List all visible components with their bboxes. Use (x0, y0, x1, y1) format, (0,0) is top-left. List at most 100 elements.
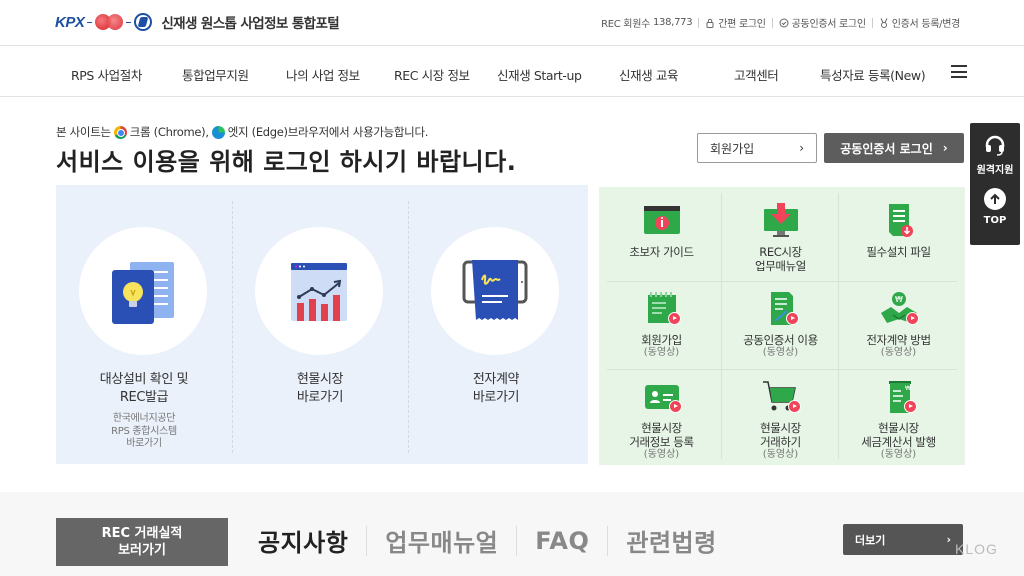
trading-label-line2: 거래하기 (760, 435, 801, 449)
remote-support-button[interactable]: 원격지원 (976, 133, 1014, 176)
hamburger-menu-icon[interactable] (951, 65, 967, 78)
browser-notice-prefix: 본 사이트는 (56, 125, 111, 139)
video-tag: (동영상) (880, 347, 917, 358)
cert-usage-video-cell[interactable]: 공동인증서 이용 (동영상) (723, 277, 838, 365)
cert-usage-video-label: 공동인증서 이용 (743, 333, 818, 347)
play-video-icon (668, 400, 682, 413)
required-files-cell[interactable]: 필수설치 파일 (841, 189, 956, 277)
e-contract-circle (431, 227, 559, 355)
divider (871, 17, 873, 28)
portal-title: 신재생 원스톱 사업정보 통합포털 (161, 16, 340, 32)
monitor-download-icon (761, 203, 801, 239)
headset-icon (985, 135, 1005, 156)
tax-invoice-label-line2: 세금계산서 발행 (861, 435, 936, 449)
beginner-guide-cell[interactable]: 초보자 가이드 (604, 189, 719, 277)
rec-manual-label-line1: REC시장 (759, 245, 802, 259)
nav-rec-market[interactable]: REC 시장 정보 (394, 65, 470, 84)
edge-icon (211, 125, 225, 139)
cert-login-button-label: 공동인증서 로그인 (840, 141, 933, 156)
browser-info-icon (642, 203, 682, 239)
tab-faq[interactable]: FAQ (535, 527, 589, 555)
nav-education[interactable]: 신재생 교육 (619, 65, 678, 84)
spot-market-title-line1: 현물시장 (296, 372, 344, 387)
signup-video-cell[interactable]: 회원가입 (동영상) (604, 277, 719, 365)
nav-rps-process[interactable]: RPS 사업절차 (71, 65, 142, 84)
simple-login-label: 간편 로그인 (718, 19, 766, 30)
rec-issuance-title-line2: REC발급 (119, 390, 169, 405)
nav-customer-center[interactable]: 고객센터 (734, 65, 779, 84)
rec-issuance-sub-line3: 바로가기 (126, 438, 162, 449)
tax-invoice-video-cell[interactable]: ₩ 현물시장 세금계산서 발행 (동영상) (841, 365, 956, 460)
arrow-up-icon (984, 188, 1006, 210)
spot-market-card[interactable]: 현물시장 바로가기 (232, 185, 408, 464)
trade-info-video-cell[interactable]: 현물시장 거래정보 등록 (동영상) (604, 365, 719, 460)
join-button[interactable]: 회원가입 › (697, 133, 817, 163)
more-button[interactable]: 더보기 › (843, 524, 963, 555)
browser-notice-edge: 엣지 (Edge)브라우저에서 사용가능합니다. (227, 125, 429, 139)
e-contract-card[interactable]: 전자계약 바로가기 (408, 185, 584, 464)
play-video-icon (787, 400, 801, 413)
rec-issuance-card[interactable]: 대상설비 확인 및 REC발급 한국에너지공단 RPS 종합시스템 바로가기 (56, 185, 232, 464)
scroll-top-button[interactable]: TOP (984, 188, 1006, 226)
utility-links: REC 회원수 138,773 간편 로그인 공동인증서 로그인 인증서 등록/… (601, 15, 960, 30)
rec-issuance-title-line1: 대상설비 확인 및 (99, 372, 189, 387)
beginner-guide-label: 초보자 가이드 (629, 245, 694, 259)
trading-label-line1: 현물시장 (760, 421, 801, 435)
logo-connector (87, 21, 93, 23)
spot-market-title: 현물시장 바로가기 (232, 371, 408, 407)
nav-startup[interactable]: 신재생 Start-up (497, 65, 582, 84)
logo-connector (126, 21, 132, 23)
video-tag: (동영상) (880, 449, 917, 460)
shortcut-panel: 대상설비 확인 및 REC발급 한국에너지공단 RPS 종합시스템 바로가기 현… (56, 185, 588, 464)
remote-support-label: 원격지원 (976, 165, 1014, 176)
trade-info-label-line2: 거래정보 등록 (629, 435, 694, 449)
rec-trade-results-button[interactable]: REC 거래실적 보러가기 (56, 518, 228, 566)
svg-text:₩: ₩ (895, 295, 903, 304)
play-video-icon (785, 312, 799, 325)
nav-integrated-support[interactable]: 통합업무지원 (182, 65, 249, 84)
trading-video-cell[interactable]: 현물시장 거래하기 (동영상) (723, 365, 838, 460)
tab-manual[interactable]: 업무매뉴얼 (385, 523, 498, 558)
quick-side-bar: 원격지원 TOP (970, 123, 1020, 245)
energy-agency-emblem-icon (134, 13, 153, 31)
rec-issuance-sub-line1: 한국에너지공단 (112, 413, 176, 424)
browser-notice: 본 사이트는 크롬 (Chrome), 엣지 (Edge)브라우저에서 사용가능… (56, 124, 428, 140)
spot-market-title-line2: 바로가기 (296, 390, 344, 405)
kpx-red-emblem-icon (95, 14, 124, 30)
cert-register-label: 인증서 등록/변경 (891, 19, 961, 30)
cert-register-link[interactable]: 인증서 등록/변경 (879, 15, 960, 30)
rec-issuance-sub-line2: RPS 종합시스템 (111, 425, 177, 437)
notepad-video-icon (642, 291, 682, 327)
video-tag: (동영상) (762, 449, 799, 460)
nav-characteristic-data[interactable]: 특성자료 등록(New) (820, 65, 926, 84)
medal-icon (880, 17, 888, 28)
tab-laws[interactable]: 관련법령 (626, 523, 716, 558)
tab-notice[interactable]: 공지사항 (258, 523, 348, 558)
cert-login-link[interactable]: 공동인증서 로그인 (779, 15, 866, 30)
divider (366, 525, 368, 556)
rec-trade-results-line2: 보러가기 (118, 543, 166, 558)
chrome-icon (113, 125, 127, 139)
document-pen-video-icon (761, 291, 801, 327)
rec-manual-cell[interactable]: REC시장 업무매뉴얼 (723, 189, 838, 277)
required-files-label: 필수설치 파일 (866, 245, 931, 259)
simple-login-link[interactable]: 간편 로그인 (705, 15, 766, 30)
rec-manual-label: REC시장 업무매뉴얼 (755, 245, 806, 273)
trade-info-video-label: 현물시장 거래정보 등록 (629, 421, 694, 449)
more-button-label: 더보기 (855, 533, 886, 547)
nav-my-business[interactable]: 나의 사업 정보 (286, 65, 360, 84)
portal-logo[interactable]: KPX 신재생 원스톱 사업정보 통합포털 (55, 9, 340, 35)
e-contract-video-cell[interactable]: ₩ 전자계약 방법 (동영상) (841, 277, 956, 365)
cart-video-icon (761, 379, 801, 415)
tax-invoice-label-line1: 현물시장 (878, 421, 919, 435)
shield-check-icon (779, 18, 789, 27)
e-contract-video-label: 전자계약 방법 (866, 333, 931, 347)
e-contract-title-line1: 전자계약 (472, 372, 520, 387)
video-tag: (동영상) (643, 347, 680, 358)
cert-login-button[interactable]: 공동인증서 로그인 › (824, 133, 964, 163)
play-video-icon (903, 400, 917, 413)
video-tag: (동영상) (643, 449, 680, 460)
chevron-right-icon: › (946, 533, 951, 546)
divider (607, 525, 609, 556)
svg-text:₩: ₩ (905, 385, 911, 392)
